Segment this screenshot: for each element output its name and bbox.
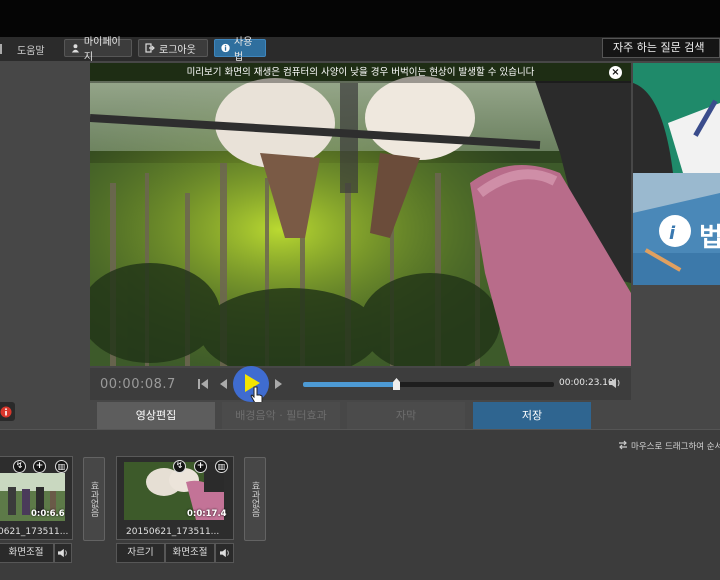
step-back-icon[interactable] [217, 378, 229, 390]
volume-icon[interactable] [608, 377, 622, 389]
help-link[interactable]: 도움말 [17, 42, 45, 57]
clip-title: 20150621_173511... [126, 527, 220, 537]
window-top-bar [0, 0, 720, 37]
end-time: 00:00:23.10 [559, 378, 614, 388]
video-frame-image [90, 63, 631, 366]
clip-effect-icon[interactable]: ↯ [13, 460, 26, 473]
clip-screen-adjust-button[interactable]: 화면조절 [0, 543, 54, 563]
alert-icon [0, 406, 12, 418]
menu-divider [0, 44, 2, 54]
seek-bar-progress [303, 382, 396, 387]
logout-icon [145, 43, 155, 53]
transition-effect-slot[interactable]: 효과없음 [83, 457, 105, 541]
clip-duration: 0:0:17.4 [187, 509, 227, 519]
volume-icon [219, 548, 229, 558]
clip-delete-icon[interactable]: ▥ [55, 460, 68, 473]
clip-volume-button[interactable] [54, 543, 72, 563]
info-button[interactable] [0, 402, 15, 421]
volume-icon [58, 548, 67, 558]
clip-volume-button[interactable] [215, 543, 234, 563]
seek-handle[interactable] [393, 378, 400, 390]
swap-arrows-icon [619, 440, 627, 450]
close-icon[interactable]: × [609, 66, 622, 79]
howto-label: 사용법 [234, 37, 253, 63]
logout-label: 로그아웃 [159, 44, 196, 56]
tab-video-edit[interactable]: 영상편집 [97, 402, 215, 429]
clip-screen-adjust-button[interactable]: 화면조절 [165, 543, 215, 563]
tab-subtitle[interactable]: 자막 [347, 402, 465, 429]
mypage-label: 마이페이지 [83, 37, 121, 63]
preview-performance-notice: 미리보기 화면의 재생은 컴퓨터의 사양이 낮을 경우 버벅이는 현상이 발생할… [90, 63, 631, 83]
help-banner[interactable]: i 법 [633, 63, 720, 285]
timeline-area [0, 429, 720, 580]
clip-trim-button[interactable]: 자르기 [116, 543, 165, 563]
faq-search-button[interactable]: 자주 하는 질문 검색 [602, 38, 720, 58]
tab-music-filter[interactable]: 배경음악 · 필터효과 [222, 402, 340, 429]
clip-add-icon[interactable]: + [33, 460, 46, 473]
clip-delete-icon[interactable]: ▥ [215, 460, 228, 473]
skip-to-start-icon[interactable] [197, 378, 209, 390]
howto-button[interactable]: 사용법 [214, 37, 266, 63]
tab-save[interactable]: 저장 [473, 402, 591, 429]
clip-title: 0621_173511... [0, 527, 69, 537]
info-icon [221, 43, 230, 53]
clip-duration: 0:0:6.6 [31, 509, 65, 519]
banner-text: 법 [699, 223, 720, 253]
mypage-button[interactable]: 마이페이지 [64, 37, 132, 63]
video-preview[interactable] [90, 63, 631, 366]
clip-effect-icon[interactable]: ↯ [173, 460, 186, 473]
logout-button[interactable]: 로그아웃 [138, 39, 208, 57]
clip-add-icon[interactable]: + [194, 460, 207, 473]
drag-reorder-hint: 마우스로 드래그하여 순서를 [631, 442, 720, 452]
current-time: 00:00:08.7 [100, 377, 176, 392]
user-icon [71, 44, 80, 53]
banner-info-icon: i [669, 223, 676, 244]
transition-effect-slot[interactable]: 효과없음 [244, 457, 266, 541]
step-forward-icon[interactable] [273, 378, 285, 390]
